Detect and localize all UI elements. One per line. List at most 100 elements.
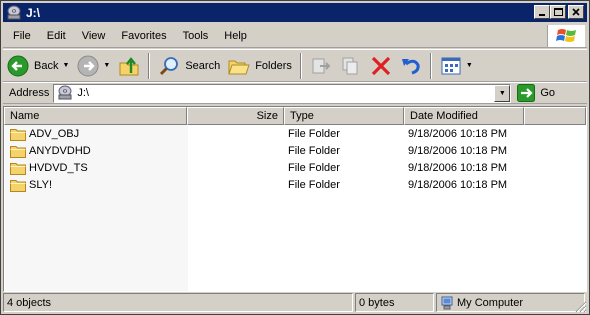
column-header-type[interactable]: Type bbox=[284, 107, 404, 125]
title-bar[interactable]: J:\ bbox=[3, 3, 587, 22]
status-objects-pane: 4 objects bbox=[3, 293, 353, 312]
go-button[interactable]: Go bbox=[517, 84, 555, 102]
file-date-modified: 9/18/2006 10:18 PM bbox=[408, 161, 508, 174]
folder-icon bbox=[10, 128, 26, 141]
menu-view[interactable]: View bbox=[74, 26, 114, 46]
undo-icon bbox=[401, 58, 420, 74]
address-bar: Address J:\ ▼ Go bbox=[3, 82, 587, 104]
file-row[interactable]: SLY! File Folder 9/18/2006 10:18 PM bbox=[4, 176, 584, 193]
chevron-down-icon: ▼ bbox=[498, 89, 506, 97]
folder-icon bbox=[10, 145, 26, 158]
menu-edit[interactable]: Edit bbox=[39, 26, 74, 46]
toolbar-separator bbox=[429, 52, 432, 79]
file-name-cell: ADV_OBJ bbox=[10, 127, 79, 141]
forward-button[interactable]: ▼ bbox=[73, 52, 114, 80]
go-label: Go bbox=[540, 87, 556, 99]
column-header-size[interactable]: Size bbox=[187, 107, 284, 125]
file-type: File Folder bbox=[288, 144, 340, 157]
status-bar: 4 objects 0 bytes My Computer bbox=[3, 293, 587, 313]
file-date-modified: 9/18/2006 10:18 PM bbox=[408, 127, 508, 140]
file-name: SLY! bbox=[29, 178, 53, 191]
folder-icon bbox=[10, 162, 26, 175]
file-list-view[interactable]: Name Size Type Date Modified ADV_OBJ Fil… bbox=[3, 106, 587, 292]
search-label: Search bbox=[185, 59, 221, 72]
column-header-type-label: Type bbox=[290, 110, 314, 122]
file-name-cell: HVDVD_TS bbox=[10, 161, 88, 175]
forward-dropdown-arrow-icon[interactable]: ▼ bbox=[103, 62, 110, 69]
file-type: File Folder bbox=[288, 127, 340, 140]
file-name-cell: ANYDVDHD bbox=[10, 144, 91, 158]
status-total-size: 0 bytes bbox=[359, 296, 395, 309]
file-type: File Folder bbox=[288, 161, 340, 174]
file-row[interactable]: ADV_OBJ File Folder 9/18/2006 10:18 PM bbox=[4, 125, 584, 142]
file-name: HVDVD_TS bbox=[29, 161, 88, 174]
file-type: File Folder bbox=[288, 178, 340, 191]
dvd-drive-icon bbox=[58, 85, 72, 100]
file-name-cell: SLY! bbox=[10, 178, 52, 192]
file-name: ANYDVDHD bbox=[29, 144, 91, 157]
search-icon bbox=[160, 56, 179, 75]
column-header-row: Name Size Type Date Modified bbox=[4, 107, 586, 125]
file-rows: ADV_OBJ File Folder 9/18/2006 10:18 PM A… bbox=[4, 125, 584, 193]
column-header-date-label: Date Modified bbox=[410, 110, 478, 122]
column-header-filler bbox=[524, 107, 586, 125]
dvd-drive-icon bbox=[7, 5, 21, 19]
back-label: Back bbox=[34, 59, 59, 72]
status-size-pane: 0 bytes bbox=[355, 293, 434, 312]
folders-label: Folders bbox=[255, 59, 292, 72]
column-header-name-label: Name bbox=[10, 110, 40, 122]
file-row[interactable]: HVDVD_TS File Folder 9/18/2006 10:18 PM bbox=[4, 159, 584, 176]
views-dropdown-arrow-icon[interactable]: ▼ bbox=[466, 62, 473, 69]
menu-tools[interactable]: Tools bbox=[175, 26, 217, 46]
resize-grip-icon[interactable] bbox=[573, 299, 587, 313]
column-header-date-modified[interactable]: Date Modified bbox=[404, 107, 524, 125]
windows-logo bbox=[547, 25, 585, 47]
file-row[interactable]: ANYDVDHD File Folder 9/18/2006 10:18 PM bbox=[4, 142, 584, 159]
column-header-name[interactable]: Name bbox=[4, 107, 187, 125]
menu-help[interactable]: Help bbox=[216, 26, 255, 46]
address-value: J:\ bbox=[77, 87, 89, 99]
caption-buttons bbox=[534, 5, 584, 19]
folders-icon bbox=[228, 60, 250, 74]
menu-bar: File Edit View Favorites Tools Help bbox=[3, 24, 587, 48]
close-button[interactable] bbox=[568, 5, 584, 19]
menu-file[interactable]: File bbox=[3, 26, 39, 46]
folders-button[interactable]: Folders bbox=[224, 52, 296, 80]
explorer-window: J:\ File Edit View Favorites Tools Help bbox=[0, 0, 590, 315]
delete-button[interactable] bbox=[366, 52, 396, 80]
status-location-pane: My Computer bbox=[436, 293, 585, 312]
views-button[interactable]: ▼ bbox=[436, 52, 477, 80]
up-folder-button[interactable] bbox=[114, 52, 144, 80]
address-input[interactable]: J:\ ▼ bbox=[53, 83, 512, 103]
back-dropdown-arrow-icon[interactable]: ▼ bbox=[62, 62, 69, 69]
close-icon bbox=[572, 8, 580, 16]
toolbar-separator bbox=[299, 52, 302, 79]
move-to-button[interactable] bbox=[306, 52, 336, 80]
minimize-button[interactable] bbox=[534, 5, 550, 19]
back-arrow-icon bbox=[7, 55, 29, 76]
back-button[interactable]: Back ▼ bbox=[3, 52, 73, 80]
forward-arrow-icon bbox=[77, 55, 99, 76]
go-arrow-icon bbox=[517, 84, 536, 102]
address-label: Address bbox=[9, 87, 50, 99]
file-date-modified: 9/18/2006 10:18 PM bbox=[408, 144, 508, 157]
column-header-size-label: Size bbox=[256, 110, 278, 122]
status-object-count: 4 objects bbox=[7, 296, 52, 309]
window-title: J:\ bbox=[26, 5, 41, 20]
copy-to-button[interactable] bbox=[336, 52, 366, 80]
undo-button[interactable] bbox=[396, 52, 426, 80]
maximize-button[interactable] bbox=[550, 5, 566, 19]
file-name: ADV_OBJ bbox=[29, 127, 80, 140]
my-computer-icon bbox=[441, 296, 453, 309]
address-dropdown-button[interactable]: ▼ bbox=[494, 84, 511, 102]
menu-favorites[interactable]: Favorites bbox=[113, 26, 174, 46]
file-date-modified: 9/18/2006 10:18 PM bbox=[408, 178, 508, 191]
maximize-icon bbox=[553, 8, 563, 16]
views-icon bbox=[441, 57, 461, 74]
windows-flag-icon bbox=[555, 29, 576, 42]
search-button[interactable]: Search bbox=[154, 52, 224, 80]
copy-to-icon bbox=[342, 57, 358, 74]
minimize-icon bbox=[539, 14, 545, 16]
up-folder-icon bbox=[119, 56, 139, 75]
toolbar-separator bbox=[148, 52, 151, 79]
